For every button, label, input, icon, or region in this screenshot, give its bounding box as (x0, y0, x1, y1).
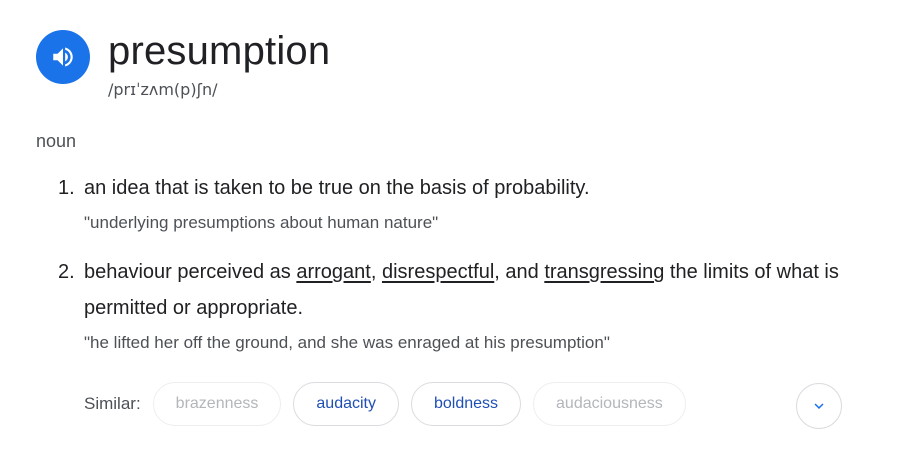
definition-item: 2. behaviour perceived as arrogant, disr… (58, 254, 858, 355)
chevron-down-icon (814, 403, 824, 409)
definition-text-part: , and (494, 261, 545, 283)
title-block: presumption /prɪˈzʌm(p)ʃn/ (108, 30, 330, 99)
similar-words-row: Similar: brazenness audacity boldness au… (84, 382, 698, 426)
definition-text-part: , (370, 261, 382, 283)
expand-button[interactable] (796, 383, 842, 429)
definition-text: an idea that is taken to be true on the … (84, 170, 858, 206)
definition-text: behaviour perceived as arrogant, disresp… (84, 254, 858, 326)
headword: presumption (108, 29, 331, 73)
speaker-icon (53, 47, 73, 67)
definition-example: "he lifted her off the ground, and she w… (84, 333, 610, 352)
similar-label: Similar: (84, 394, 141, 413)
pronunciation-button[interactable] (36, 30, 90, 84)
related-word-link-disrespectful[interactable]: disrespectful (382, 261, 494, 283)
related-word-link-transgressing[interactable]: transgressing (544, 261, 664, 283)
related-word-link-arrogant[interactable]: arrogant (296, 261, 371, 283)
similar-chip-brazenness: brazenness (152, 382, 282, 426)
definition-text-part: behaviour perceived as (84, 261, 297, 283)
definition-text-part: an idea that is taken to be true on the … (84, 177, 590, 199)
definition-number: 2. (58, 261, 75, 283)
dictionary-header: presumption /prɪˈzʌm(p)ʃn/ (36, 30, 330, 99)
definition-number: 1. (58, 177, 75, 199)
part-of-speech: noun (36, 131, 77, 151)
phonetic-transcription: /prɪˈzʌm(p)ʃn/ (108, 80, 218, 99)
definition-example: "underlying presumptions about human nat… (84, 213, 439, 232)
similar-chip-audacity[interactable]: audacity (293, 382, 399, 426)
similar-chip-boldness[interactable]: boldness (410, 382, 522, 426)
similar-chip-audaciousness: audaciousness (533, 382, 686, 426)
definition-item: 1. an idea that is taken to be true on t… (58, 170, 858, 235)
